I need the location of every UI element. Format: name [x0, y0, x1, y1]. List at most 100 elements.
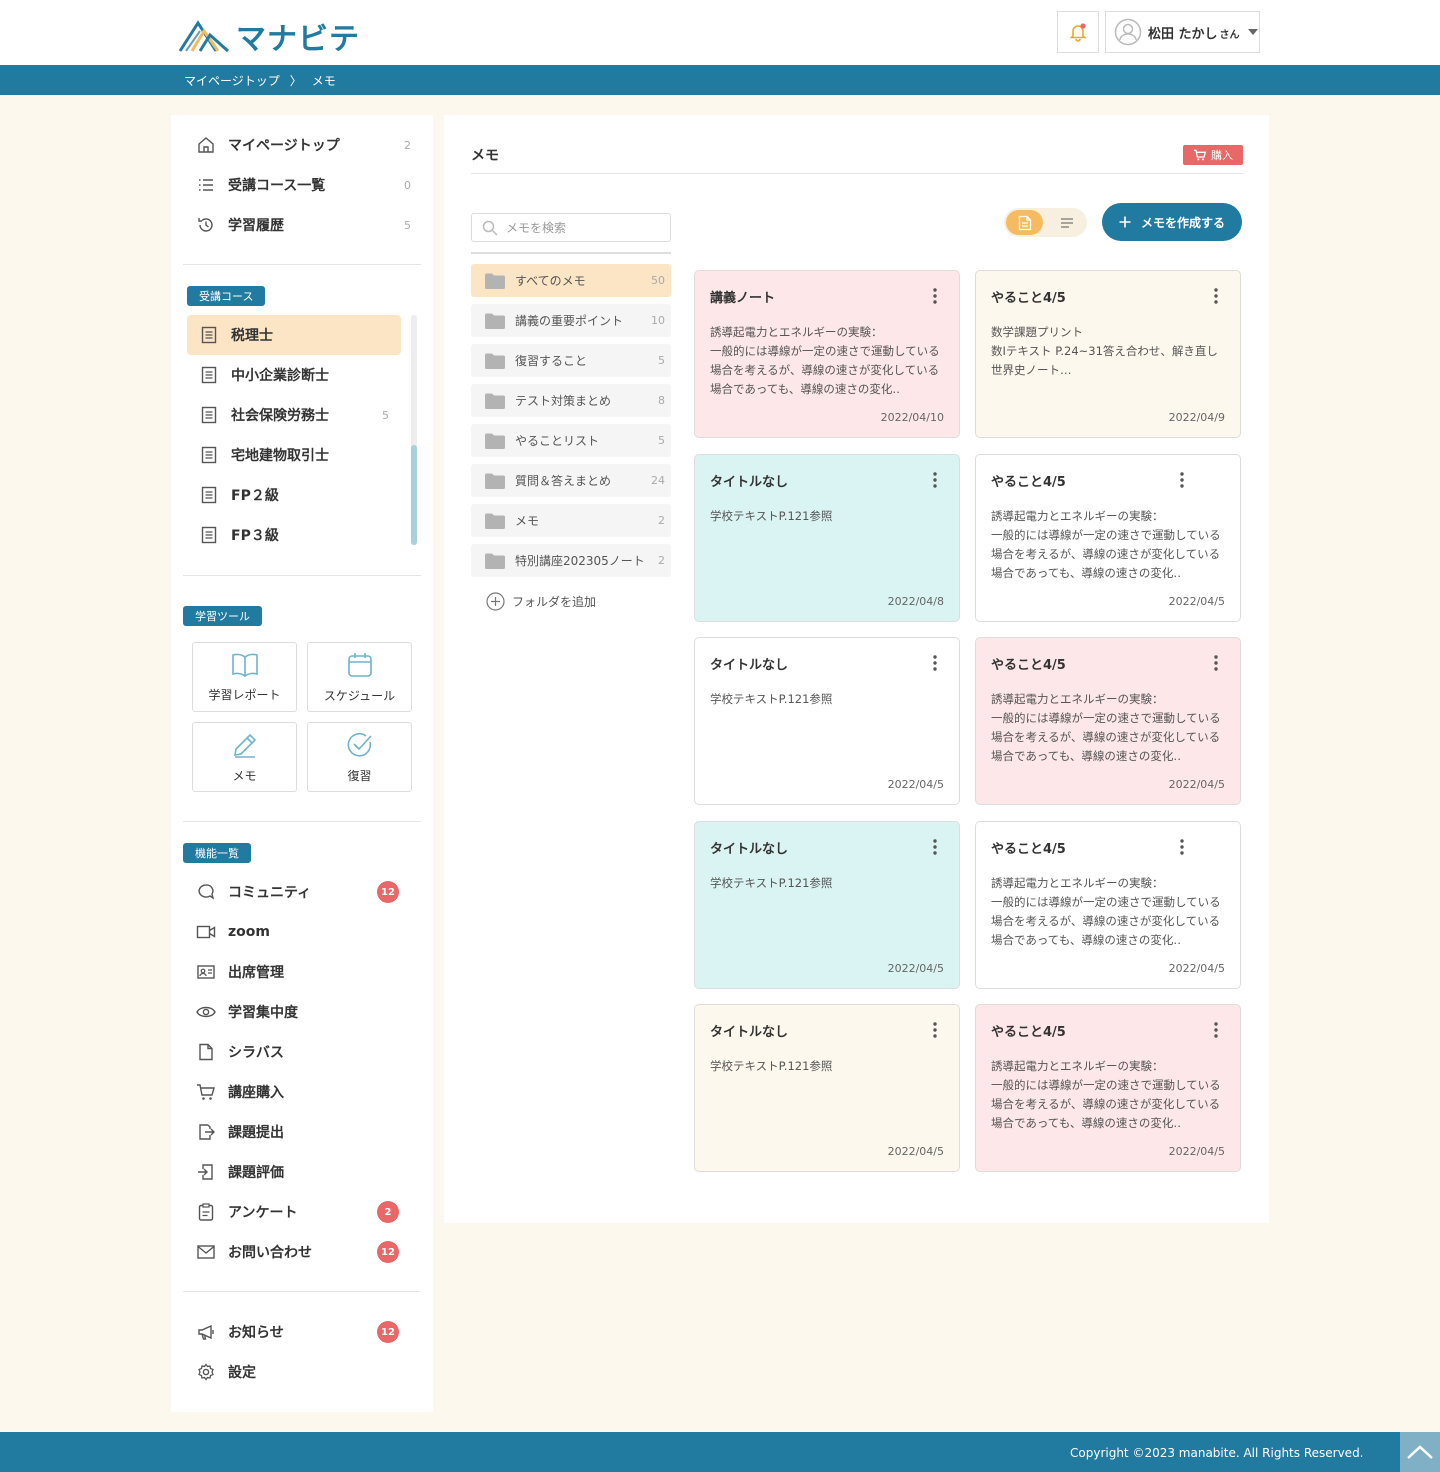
folder-special-lecture[interactable]: 特別講座202305ノート 2: [471, 544, 671, 577]
add-folder-button[interactable]: フォルダを追加: [486, 592, 596, 611]
list-icon: [199, 179, 213, 191]
chat-icon: [198, 884, 215, 900]
kebab-menu-icon[interactable]: [933, 1022, 937, 1038]
tool-label: 学習レポート: [208, 687, 281, 702]
memo-card[interactable]: やること4/5 数学課題プリント 数Ⅰテキスト P.24~31答え合わせ、解き直…: [975, 270, 1241, 438]
notification-button[interactable]: [1057, 11, 1099, 53]
folder-lecture-points[interactable]: 講義の重要ポイント 10: [471, 304, 671, 337]
course-item-fp2[interactable]: FP２級: [187, 475, 401, 515]
sidebar-item-assignment-submit[interactable]: 課題提出: [195, 1112, 415, 1152]
view-toggle: [1004, 208, 1087, 237]
create-memo-button[interactable]: メモを作成する: [1102, 203, 1242, 241]
divider: [183, 575, 421, 576]
kebab-menu-icon[interactable]: [1214, 655, 1218, 671]
logo[interactable]: マナビテ: [178, 14, 360, 58]
tool-memo[interactable]: メモ: [192, 722, 297, 792]
book-icon: [231, 653, 258, 677]
folder-memo[interactable]: メモ 2: [471, 504, 671, 537]
sidebar-item-attendance[interactable]: 出席管理: [195, 952, 415, 992]
memo-card-date: 2022/04/8: [887, 595, 944, 608]
sidebar-item-label: コミュニティ: [228, 885, 312, 901]
course-item-fp3[interactable]: FP３級: [187, 515, 401, 555]
notification-badge: 12: [377, 881, 399, 903]
list-view-button[interactable]: [1052, 210, 1082, 235]
folder-count: 2: [658, 514, 665, 527]
sidebar-item-purchase[interactable]: 講座購入: [195, 1072, 415, 1112]
mail-icon: [197, 1245, 215, 1259]
document-icon: [201, 526, 217, 544]
folder-label: メモ: [515, 514, 540, 528]
folder-qa[interactable]: 質問＆答えまとめ 24: [471, 464, 671, 497]
sidebar-item-concentration[interactable]: 学習集中度: [195, 992, 415, 1032]
search-input[interactable]: [506, 220, 656, 235]
kebab-menu-icon[interactable]: [1214, 288, 1218, 304]
memo-search[interactable]: [471, 213, 671, 242]
document-icon: [201, 366, 217, 384]
course-scrollbar-thumb[interactable]: [411, 445, 417, 545]
sidebar-item-survey[interactable]: アンケート 2: [195, 1192, 415, 1232]
memo-card[interactable]: やること4/5 誘導起電力とエネルギーの実験： 一般的には導線が一定の速さで運動…: [975, 1004, 1241, 1172]
memo-card-body: 誘導起電力とエネルギーの実験： 一般的には導線が一定の速さで運動している場合を考…: [991, 692, 1221, 763]
memo-card[interactable]: やること4/5 誘導起電力とエネルギーの実験： 一般的には導線が一定の速さで運動…: [975, 637, 1241, 805]
sidebar-item-label: zoom: [228, 924, 270, 940]
avatar-icon: [1114, 18, 1142, 46]
memo-card[interactable]: やること4/5 誘導起電力とエネルギーの実験： 一般的には導線が一定の速さで運動…: [975, 454, 1241, 622]
memo-card[interactable]: タイトルなし 学校テキストP.121参照 2022/04/5: [694, 821, 960, 989]
memo-card-body: 学校テキストP.121参照: [710, 692, 833, 706]
divider: [183, 1291, 421, 1292]
memo-card[interactable]: 講義ノート 誘導起電力とエネルギーの実験： 一般的には導線が一定の速さで運動して…: [694, 270, 960, 438]
back-to-top-button[interactable]: [1400, 1432, 1440, 1472]
sidebar-item-assignment-eval[interactable]: 課題評価: [195, 1152, 415, 1192]
breadcrumb-separator: 〉: [289, 73, 302, 88]
sidebar-item-label: シラバス: [228, 1045, 284, 1061]
sidebar-item-contact[interactable]: お問い合わせ 12: [195, 1232, 415, 1272]
sidebar-item-mypage-top[interactable]: マイページトップ 2: [195, 125, 415, 165]
kebab-menu-icon[interactable]: [933, 288, 937, 304]
grid-view-button[interactable]: [1006, 210, 1043, 235]
sidebar-item-syllabus[interactable]: シラバス: [195, 1032, 415, 1072]
sidebar-item-label: 学習集中度: [228, 1005, 298, 1021]
course-item-labor-consultant[interactable]: 社会保険労務士 5: [187, 395, 401, 435]
tool-review[interactable]: 復習: [307, 722, 412, 792]
memo-card-body: 学校テキストP.121参照: [710, 1059, 833, 1073]
export-icon: [199, 1124, 215, 1140]
kebab-menu-icon[interactable]: [1180, 839, 1184, 855]
folder-test-prep[interactable]: テスト対策まとめ 8: [471, 384, 671, 417]
kebab-menu-icon[interactable]: [1180, 472, 1184, 488]
sidebar-item-history[interactable]: 学習履歴 5: [195, 205, 415, 245]
memo-card-title: やること4/5: [991, 1025, 1066, 1040]
courses-tag: 受講コース: [187, 286, 266, 306]
sidebar-item-zoom[interactable]: zoom: [195, 912, 415, 952]
memo-card[interactable]: タイトルなし 学校テキストP.121参照 2022/04/5: [694, 637, 960, 805]
notification-badge: 2: [377, 1201, 399, 1223]
tool-study-report[interactable]: 学習レポート: [192, 642, 297, 712]
add-folder-label: フォルダを追加: [512, 595, 597, 609]
course-item-sme-consultant[interactable]: 中小企業診断士: [187, 355, 401, 395]
memo-card[interactable]: やること4/5 誘導起電力とエネルギーの実験： 一般的には導線が一定の速さで運動…: [975, 821, 1241, 989]
kebab-menu-icon[interactable]: [1214, 1022, 1218, 1038]
gear-icon: [198, 1363, 214, 1381]
buy-button[interactable]: 購入: [1183, 145, 1243, 165]
kebab-menu-icon[interactable]: [933, 655, 937, 671]
course-item-tax-accountant[interactable]: 税理士: [187, 315, 401, 355]
course-item-real-estate[interactable]: 宅地建物取引士: [187, 435, 401, 475]
folder-all-memos[interactable]: すべてのメモ 50: [471, 264, 671, 297]
user-menu[interactable]: 松田 たかし さん: [1105, 11, 1260, 53]
memo-card-title: やること4/5: [991, 842, 1066, 857]
buy-label: 購入: [1211, 149, 1233, 162]
logo-mountain-icon: [178, 20, 229, 53]
kebab-menu-icon[interactable]: [933, 839, 937, 855]
tool-schedule[interactable]: スケジュール: [307, 642, 412, 712]
sidebar-item-announcements[interactable]: お知らせ 12: [195, 1312, 415, 1352]
chevron-up-icon: [1407, 1445, 1433, 1459]
breadcrumb-home[interactable]: マイページトップ: [184, 72, 280, 89]
folder-todo[interactable]: やることリスト 5: [471, 424, 671, 457]
folder-review[interactable]: 復習すること 5: [471, 344, 671, 377]
sidebar-item-settings[interactable]: 設定: [195, 1352, 415, 1392]
kebab-menu-icon[interactable]: [933, 472, 937, 488]
memo-card[interactable]: タイトルなし 学校テキストP.121参照 2022/04/8: [694, 454, 960, 622]
sidebar-item-community[interactable]: コミュニティ 12: [195, 872, 415, 912]
memo-card-title: やること4/5: [991, 291, 1066, 306]
sidebar-item-course-list[interactable]: 受講コース一覧 0: [195, 165, 415, 205]
memo-card[interactable]: タイトルなし 学校テキストP.121参照 2022/04/5: [694, 1004, 960, 1172]
